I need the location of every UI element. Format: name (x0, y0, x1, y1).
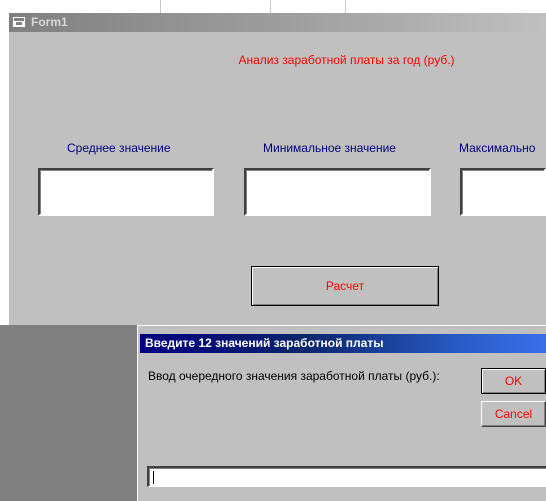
ok-button-label: OK (504, 374, 523, 388)
minimum-label: Минимальное значение (263, 141, 396, 155)
input-dialog-title: Введите 12 значений заработной платы (145, 336, 384, 350)
form1-window: Form1 Анализ заработной платы за год (ру… (9, 13, 546, 325)
average-label: Среднее значение (67, 141, 171, 155)
calculate-button[interactable]: Расчет (251, 266, 439, 306)
maximum-label: Максимально (459, 141, 536, 155)
form1-title: Form1 (31, 15, 68, 29)
minimum-field[interactable] (244, 168, 431, 216)
cancel-button[interactable]: Cancel (481, 401, 546, 427)
calculate-button-label: Расчет (325, 279, 365, 293)
input-dialog-title-bar[interactable]: Введите 12 значений заработной платы (140, 334, 546, 353)
desktop-background (0, 0, 546, 13)
salary-input[interactable] (147, 466, 546, 487)
desktop-segment (160, 0, 271, 13)
ok-button[interactable]: OK (481, 368, 546, 394)
input-dialog: Введите 12 значений заработной платы Вво… (137, 325, 546, 501)
report-heading: Анализ заработной платы за год (руб.) (9, 53, 546, 67)
form-window-icon (13, 17, 25, 27)
input-prompt: Ввод очередного значения заработной плат… (148, 369, 440, 383)
form1-title-bar[interactable]: Form1 (9, 13, 546, 32)
text-caret (153, 471, 154, 484)
desktop-segment (270, 0, 346, 13)
report-heading-text: Анализ заработной платы за год (руб.) (238, 53, 455, 67)
maximum-field[interactable] (460, 168, 546, 216)
cancel-button-label: Cancel (494, 407, 533, 421)
desktop-segment (0, 0, 161, 13)
average-field[interactable] (38, 168, 214, 216)
